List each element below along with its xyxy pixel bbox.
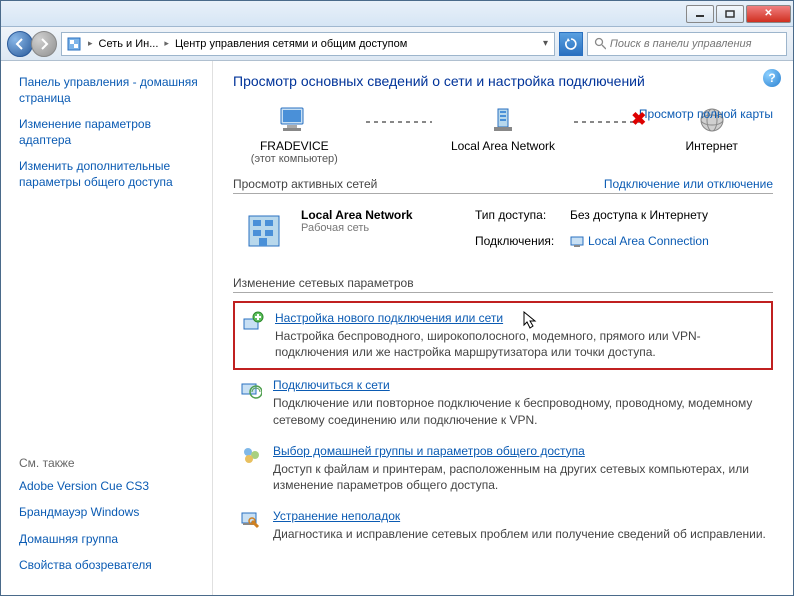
sidebar-link-homegroup[interactable]: Домашняя группа [19,532,202,548]
network-map: Просмотр полной карты FRADEVICE (этот ко… [233,103,773,165]
map-computer: FRADEVICE (этот компьютер) [233,103,356,165]
back-button[interactable] [7,31,33,57]
map-line-1 [366,121,432,123]
network-details: Тип доступа: Без доступа к Интернету Под… [475,208,773,254]
control-panel-icon [62,36,86,52]
connection-label: Подключения: [475,234,570,254]
sidebar-link-firewall[interactable]: Брандмауэр Windows [19,505,202,521]
tasks-list: Настройка нового подключения или сети На… [233,301,773,550]
sidebar: Панель управления - домашняя страница Из… [1,61,213,595]
computer-icon [277,103,311,137]
nav-buttons [7,31,57,57]
map-network-label: Local Area Network [451,139,555,153]
task-homegroup[interactable]: Выбор домашней группы и параметров общег… [233,436,773,501]
window: ✕ ▸ Сеть и Ин... ▸ Центр управления сетя… [0,0,794,596]
task-desc: Настройка беспроводного, широкополосного… [275,328,765,360]
breadcrumb-sharing-center[interactable]: Центр управления сетями и общим доступом [171,38,411,50]
network-type: Рабочая сеть [301,222,461,234]
new-connection-icon [241,311,265,333]
search-input[interactable] [610,38,780,50]
task-link[interactable]: Устранение неполадок [273,509,400,523]
task-connect[interactable]: Подключиться к сети Подключение или повт… [233,370,773,435]
change-settings-title: Изменение сетевых параметров [233,276,414,290]
sidebar-see-also: См. также Adobe Version Cue CS3 Брандмау… [19,448,202,585]
task-link[interactable]: Выбор домашней группы и параметров общег… [273,444,585,458]
map-computer-sublabel: (этот компьютер) [251,153,338,165]
sidebar-link-browser-props[interactable]: Свойства обозревателя [19,558,202,574]
monitor-icon [570,236,584,248]
page-title: Просмотр основных сведений о сети и наст… [233,73,773,89]
map-network: Local Area Network [442,103,565,153]
sidebar-link-adapter[interactable]: Изменение параметров адаптера [19,117,202,148]
active-networks-header: Просмотр активных сетей Подключение или … [233,177,773,194]
task-new-connection[interactable]: Настройка нового подключения или сети На… [233,301,773,370]
minimize-button[interactable] [686,5,714,23]
map-computer-label: FRADEVICE [260,139,329,153]
maximize-button[interactable] [716,5,744,23]
search-box[interactable] [587,32,787,56]
connect-icon [239,378,263,400]
connection-failed-icon: ✖ [631,109,646,130]
task-link[interactable]: Подключиться к сети [273,378,390,392]
connection-link[interactable]: Local Area Connection [588,234,709,248]
address-dropdown[interactable]: ▾ [537,38,554,49]
help-icon[interactable]: ? [763,69,781,87]
refresh-button[interactable] [559,32,583,56]
address-bar[interactable]: ▸ Сеть и Ин... ▸ Центр управления сетями… [61,32,555,56]
titlebar: ✕ [1,1,793,27]
homegroup-icon [239,444,263,466]
map-internet-label: Интернет [685,139,737,153]
network-name: Local Area Network [301,208,461,222]
active-networks-title: Просмотр активных сетей [233,177,377,191]
navbar: ▸ Сеть и Ин... ▸ Центр управления сетями… [1,27,793,61]
task-desc: Доступ к файлам и принтерам, расположенн… [273,461,767,493]
change-settings-header: Изменение сетевых параметров [233,276,773,293]
network-info: Local Area Network Рабочая сеть [301,208,461,254]
full-map-link[interactable]: Просмотр полной карты [639,107,773,121]
chevron-right-icon: ▸ [86,38,95,49]
task-desc: Подключение или повторное подключение к … [273,395,767,427]
sidebar-link-adobe[interactable]: Adobe Version Cue CS3 [19,479,202,495]
sidebar-link-sharing[interactable]: Изменить дополнительные параметры общего… [19,159,202,190]
main-panel: ? Просмотр основных сведений о сети и на… [213,61,793,595]
network-office-icon [241,208,287,254]
body: Панель управления - домашняя страница Из… [1,61,793,595]
task-link[interactable]: Настройка нового подключения или сети [275,311,503,325]
access-type-label: Тип доступа: [475,208,570,228]
network-icon [488,103,518,137]
sidebar-links: Панель управления - домашняя страница Из… [19,75,202,202]
task-desc: Диагностика и исправление сетевых пробле… [273,526,766,542]
close-button[interactable]: ✕ [746,5,791,23]
breadcrumb-network[interactable]: Сеть и Ин... [95,38,163,50]
map-line-2: ✖ [574,121,640,123]
sidebar-link-home[interactable]: Панель управления - домашняя страница [19,75,202,106]
connect-disconnect-link[interactable]: Подключение или отключение [604,177,773,191]
see-also-heading: См. также [19,456,202,470]
active-network-row: Local Area Network Рабочая сеть Тип дост… [233,202,773,264]
troubleshoot-icon [239,509,263,531]
chevron-right-icon: ▸ [162,38,171,49]
access-type-value: Без доступа к Интернету [570,208,773,228]
forward-button[interactable] [31,31,57,57]
task-troubleshoot[interactable]: Устранение неполадок Диагностика и испра… [233,501,773,550]
